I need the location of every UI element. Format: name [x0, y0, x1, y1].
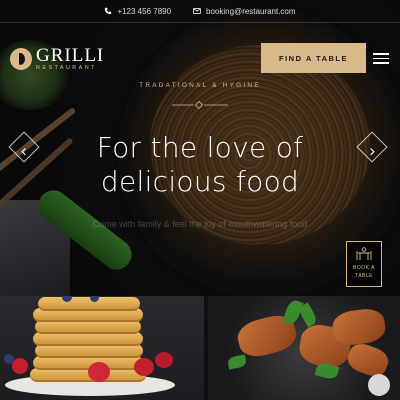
blueberry: [4, 354, 14, 364]
brand-name: GRILLI: [36, 45, 105, 66]
herb-leaf: [227, 354, 247, 370]
pancake-layer: [38, 297, 140, 311]
raspberry: [12, 358, 28, 374]
salt-bowl: [368, 374, 390, 396]
book-line-2: TABLE: [355, 273, 373, 279]
email-address: booking@restaurant.com: [206, 6, 296, 16]
brand-logo[interactable]: GRILLI RESTAURANT: [10, 46, 104, 72]
find-table-button[interactable]: FIND A TABLE: [261, 43, 366, 73]
raspberry: [88, 362, 110, 382]
pancakes-image: [0, 296, 204, 400]
food-gallery: [0, 296, 400, 400]
menu-icon[interactable]: [373, 53, 389, 64]
dining-table-icon: [356, 247, 372, 260]
ornament-divider: [172, 101, 228, 109]
mail-icon: [193, 7, 201, 15]
chevron-right-icon: [368, 143, 377, 156]
grilled-chicken-image: [208, 296, 400, 400]
raspberry: [155, 352, 173, 368]
topbar-divider: [0, 22, 400, 23]
chevron-left-icon: [20, 143, 29, 156]
logo-mark-icon: [10, 47, 32, 70]
phone-number: +123 456 7890: [117, 6, 172, 16]
chicken-piece: [344, 340, 392, 380]
phone-link[interactable]: +123 456 7890: [104, 7, 171, 16]
chicken-piece: [330, 306, 388, 348]
phone-icon: [104, 7, 112, 15]
headline-line-1: For the love of: [96, 131, 304, 164]
hero-headline: For the love of delicious food: [0, 131, 400, 199]
headline-line-2: delicious food: [100, 165, 300, 198]
book-table-badge[interactable]: BOOK A TABLE: [346, 241, 382, 287]
contact-bar: +123 456 7890 booking@restaurant.com: [0, 0, 400, 22]
pancake-layer: [33, 332, 143, 346]
pancake-layer: [35, 320, 141, 334]
raspberry: [134, 358, 154, 376]
brand-subtitle: RESTAURANT: [36, 65, 97, 71]
hero-section: +123 456 7890 booking@restaurant.com GRI…: [0, 0, 400, 296]
book-line-1: BOOK A: [353, 265, 375, 271]
pancake-layer: [35, 344, 143, 358]
hero-subtext: Come with family & feel the joy of mouth…: [92, 219, 308, 229]
herb-leaf: [297, 302, 319, 328]
hero-tagline: TRADATIONAL & HYGINE: [139, 82, 261, 89]
email-link[interactable]: booking@restaurant.com: [193, 7, 296, 16]
